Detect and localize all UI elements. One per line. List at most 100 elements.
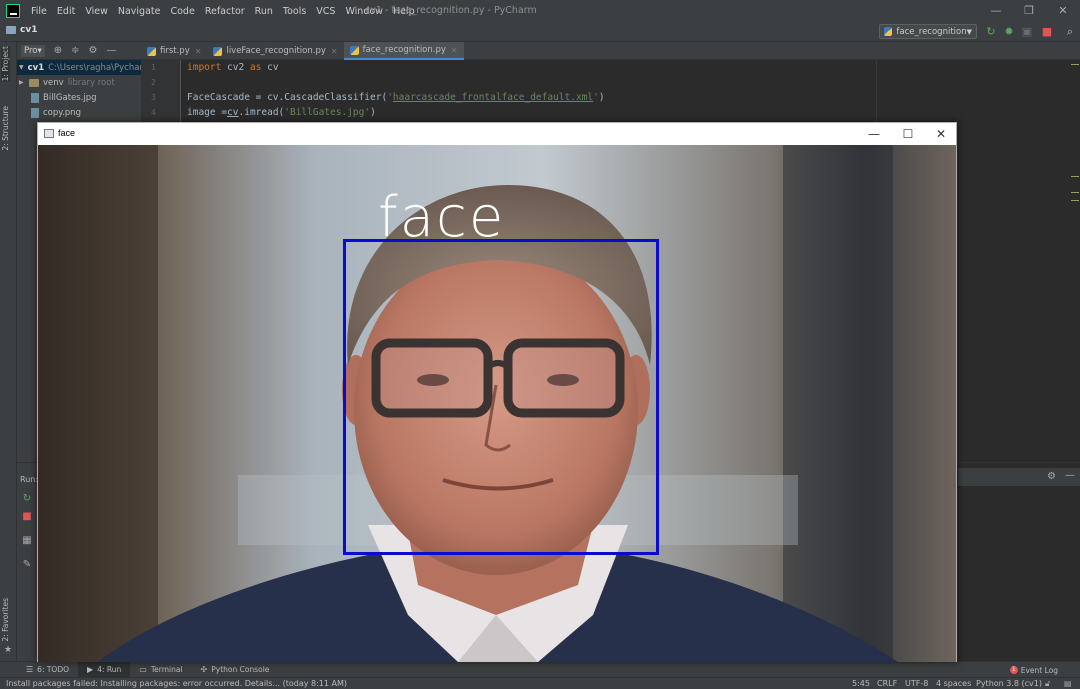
menu-vcs[interactable]: VCS [311,6,340,17]
tab-run[interactable]: ▶ 4: Run [78,661,131,678]
menu-run[interactable]: Run [250,6,278,17]
tab-label: first.py [160,46,190,56]
debug-bug-icon[interactable]: ✹ [1002,25,1016,39]
rerun-icon[interactable]: ↻ [21,493,33,505]
menu-edit[interactable]: Edit [52,6,80,17]
code-line-1: import cv2 as cv [187,62,279,73]
event-log-label: Event Log [1020,665,1058,675]
close-icon[interactable]: ✕ [932,125,950,143]
tree-root-label: cv1 [27,62,45,73]
gear-icon[interactable]: ⚙ [89,45,98,56]
collapse-all-icon[interactable]: ≑ [71,45,79,56]
tab-structure[interactable]: 2: Structure [1,106,10,151]
menu-file[interactable]: File [26,6,52,17]
tab-face-recognition-py[interactable]: face_recognition.py ✕ [343,42,464,60]
project-view-dropdown[interactable]: Pro▾ [21,44,45,57]
file-encoding[interactable]: UTF-8 [905,679,928,688]
minimize-icon[interactable]: — [988,3,1004,19]
bottom-tool-tabs: ☰ 6: TODO ▶ 4: Run ▭ Terminal ✣ Python C… [0,661,1080,678]
locate-icon[interactable]: ⊕ [54,45,62,56]
tab-todo[interactable]: ☰ 6: TODO [17,662,78,678]
python-file-icon [147,46,156,56]
opencv-face-window: face — ☐ ✕ face [37,122,957,662]
hide-icon[interactable]: — [1065,470,1075,481]
chevron-down-icon: ▼ [19,64,24,71]
project-name: cv1 [20,25,38,35]
tab-label: 4: Run [97,665,122,674]
folder-icon [29,78,39,87]
pin-icon[interactable]: ✎ [21,559,33,571]
tab-first-py[interactable]: first.py ✕ [141,42,207,60]
tree-item-copy[interactable]: copy.png [17,105,141,120]
menu-refactor[interactable]: Refactor [200,6,250,17]
cv-window-titlebar[interactable]: face — ☐ ✕ [38,123,956,145]
line-number: 1 [151,63,156,72]
menu-tools[interactable]: Tools [278,6,311,17]
memory-icon[interactable]: ▤ [1064,679,1072,688]
maximize-icon[interactable]: ☐ [899,125,917,143]
run-config-label: face_recognition [896,26,967,37]
tree-item-venv[interactable]: ▶ venv library root [17,75,141,90]
coverage-icon[interactable]: ▣ [1020,25,1034,39]
restore-icon[interactable]: ❐ [1021,3,1037,19]
pycharm-logo-icon [6,4,20,18]
tree-item-label: venv [43,77,64,88]
close-icon[interactable]: ✕ [1055,3,1071,19]
tab-label: Terminal [150,665,183,674]
indent-setting[interactable]: 4 spaces [936,679,971,688]
python-file-icon [349,45,359,55]
gear-icon[interactable]: ⚙ [1047,471,1056,482]
project-panel-header: Pro▾ ⊕ ≑ ⚙ — [17,42,141,60]
tree-item-billgates[interactable]: BillGates.jpg [17,90,141,105]
stop-icon[interactable]: ■ [21,511,33,523]
line-separator[interactable]: CRLF [877,679,897,688]
search-icon[interactable]: ⌕ [1063,25,1077,39]
python-interpreter[interactable]: Python 3.8 (cv1) [976,679,1042,688]
tree-root[interactable]: ▼ cv1 C:\Users\ragha\PycharmP [17,60,141,75]
menu-code[interactable]: Code [165,6,199,17]
menu-view[interactable]: View [80,6,113,17]
hide-icon[interactable]: — [107,45,117,56]
run-config-select[interactable]: face_recognition ▼ [879,24,977,39]
close-tab-icon[interactable]: ✕ [451,46,458,55]
image-file-icon [31,92,39,103]
menu-bar: File Edit View Navigate Code Refactor Ru… [0,0,1080,22]
tab-project[interactable]: 1: Project [1,46,10,82]
terminal-icon: ▭ [139,665,147,674]
status-message[interactable]: Install packages failed: Installing pack… [6,679,347,688]
breadcrumb[interactable]: cv1 [6,25,37,35]
menu-navigate[interactable]: Navigate [113,6,166,17]
image-file-icon [31,107,39,118]
editor-tabs: first.py ✕ liveFace_recognition.py ✕ fac… [141,42,1080,60]
tab-terminal[interactable]: ▭ Terminal [130,662,191,678]
cv-window-title: face [58,128,76,138]
rerun-icon[interactable]: ↻ [984,25,998,39]
tab-python-console[interactable]: ✣ Python Console [192,662,279,678]
stop-icon[interactable]: ■ [1040,25,1054,39]
tree-item-label: BillGates.jpg [43,92,97,103]
run-panel-header: ⚙ — [958,468,1080,486]
status-bar: Install packages failed: Installing pack… [0,677,1080,689]
tree-item-label: copy.png [43,107,81,118]
play-icon: ▶ [87,665,94,674]
caret-position[interactable]: 5:45 [852,679,870,688]
event-log-button[interactable]: 1 Event Log [1009,662,1058,678]
close-tab-icon[interactable]: ✕ [331,47,338,56]
chevron-right-icon: ▶ [19,79,24,86]
layout-icon[interactable]: ▦ [21,535,33,547]
tab-favorites[interactable]: 2: Favorites [1,598,10,642]
python-file-icon [884,27,893,36]
line-number: 4 [151,108,156,117]
face-detection-box [343,239,659,555]
line-number: 3 [151,93,156,102]
star-icon: ★ [4,645,13,655]
tab-label: Python Console [211,665,270,674]
run-toolbar: Run: ↻ ■ ▦ ✎ [17,463,39,662]
lock-icon[interactable]: 🔓︎ [1045,679,1050,689]
python-console-icon: ✣ [200,665,208,674]
tab-liveface-recognition-py[interactable]: liveFace_recognition.py ✕ [207,42,343,60]
line-number: 2 [151,78,156,87]
close-tab-icon[interactable]: ✕ [195,47,202,56]
minimize-icon[interactable]: — [865,125,883,143]
